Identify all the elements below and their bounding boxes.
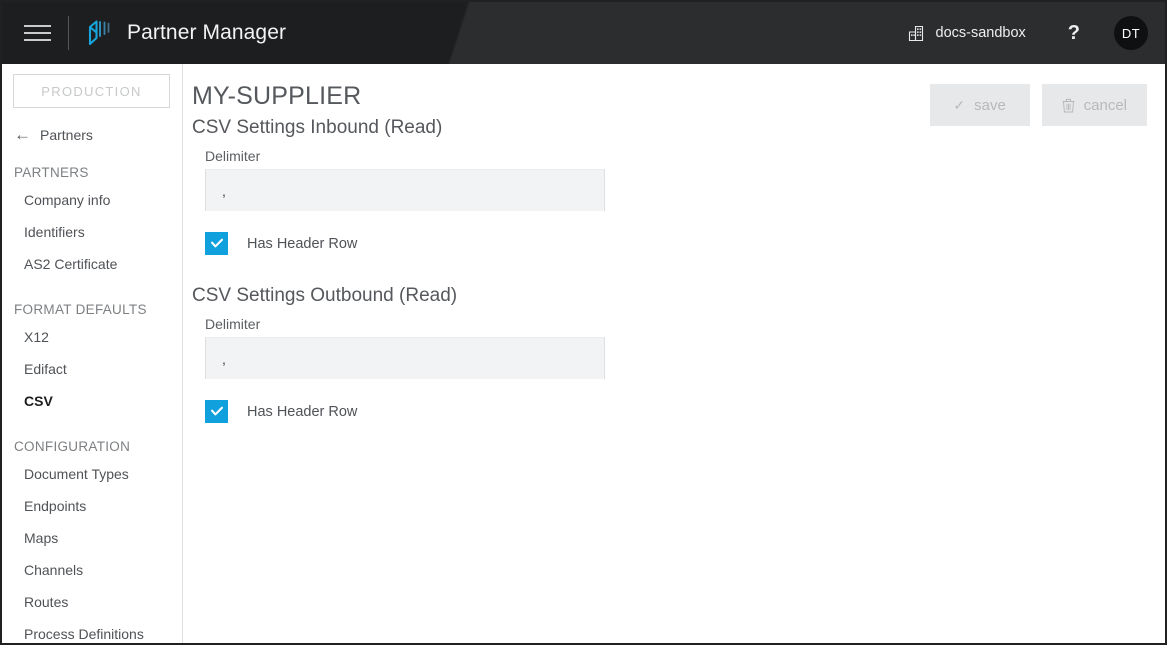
header-right-cluster: docs-sandbox ? DT <box>908 16 1166 50</box>
app-window: Partner Manager docs-sandbox ? DT PRODUC… <box>0 0 1167 645</box>
checkmark-icon <box>210 406 223 416</box>
nav-group-title-configuration: CONFIGURATION <box>14 439 131 454</box>
has-header-row-label-outbound: Has Header Row <box>247 403 358 420</box>
has-header-row-inbound[interactable]: Has Header Row <box>183 232 1165 255</box>
app-header: Partner Manager docs-sandbox ? DT <box>2 2 1165 64</box>
delimiter-field-inbound: Delimiter <box>183 148 1165 211</box>
has-header-row-outbound[interactable]: Has Header Row <box>183 400 1165 423</box>
action-buttons: ✓ save cancel <box>929 84 1147 126</box>
brand-logo-icon[interactable] <box>87 19 113 47</box>
sidebar-item-edifact[interactable]: Edifact <box>2 353 182 385</box>
environment-badge[interactable]: PRODUCTION <box>13 74 170 108</box>
sidebar-item-channels[interactable]: Channels <box>2 554 182 586</box>
nav-group-title-partners: PARTNERS <box>14 165 89 180</box>
header-divider <box>68 16 69 50</box>
save-button[interactable]: ✓ save <box>929 84 1030 126</box>
main-content: ✓ save cancel MY-SUPPLIER CSV Settings I… <box>183 64 1165 643</box>
delimiter-field-outbound: Delimiter <box>183 316 1165 379</box>
back-label: Partners <box>40 126 93 143</box>
nav-group-title-format-defaults: FORMAT DEFAULTS <box>14 302 147 317</box>
help-icon[interactable]: ? <box>1068 23 1080 43</box>
sidebar-item-company-info[interactable]: Company info <box>2 184 182 216</box>
arrow-left-icon: ← <box>14 125 31 144</box>
cancel-button[interactable]: cancel <box>1041 84 1147 126</box>
sidebar-item-csv[interactable]: CSV <box>2 385 182 417</box>
hamburger-line <box>23 39 51 41</box>
delimiter-input-outbound[interactable] <box>205 337 605 379</box>
app-title: Partner Manager <box>127 21 287 44</box>
checkmark-icon <box>210 238 223 248</box>
sidebar: PRODUCTION ← Partners PARTNERS Company i… <box>2 64 183 643</box>
sidebar-item-document-types[interactable]: Document Types <box>2 458 182 490</box>
hamburger-menu-icon[interactable] <box>20 16 54 50</box>
trash-icon <box>1062 98 1075 113</box>
hamburger-line <box>23 25 51 27</box>
has-header-row-label-inbound: Has Header Row <box>247 235 358 252</box>
sidebar-item-x12[interactable]: X12 <box>2 321 182 353</box>
building-icon <box>908 25 923 41</box>
avatar[interactable]: DT <box>1114 16 1148 50</box>
hamburger-line <box>23 32 51 34</box>
back-to-partners-link[interactable]: ← Partners <box>2 108 182 143</box>
sidebar-item-maps[interactable]: Maps <box>2 522 182 554</box>
sidebar-item-routes[interactable]: Routes <box>2 586 182 618</box>
has-header-row-checkbox-inbound[interactable] <box>205 232 228 255</box>
delimiter-label-outbound: Delimiter <box>205 316 261 332</box>
save-button-label: save <box>974 96 1006 114</box>
tenant-selector[interactable]: docs-sandbox <box>908 25 1026 42</box>
section-title-outbound: CSV Settings Outbound (Read) <box>192 285 458 306</box>
header-left-cluster: Partner Manager <box>2 16 286 50</box>
sidebar-item-endpoints[interactable]: Endpoints <box>2 490 182 522</box>
sidebar-item-identifiers[interactable]: Identifiers <box>2 216 182 248</box>
checkmark-icon: ✓ <box>953 97 966 113</box>
app-body: PRODUCTION ← Partners PARTNERS Company i… <box>2 64 1165 643</box>
has-header-row-checkbox-outbound[interactable] <box>205 400 228 423</box>
tenant-name: docs-sandbox <box>935 25 1026 41</box>
sidebar-item-as2-certificate[interactable]: AS2 Certificate <box>2 248 182 280</box>
delimiter-input-inbound[interactable] <box>205 169 605 211</box>
delimiter-label-inbound: Delimiter <box>205 148 261 164</box>
sidebar-item-process-definitions[interactable]: Process Definitions <box>2 618 182 643</box>
cancel-button-label: cancel <box>1083 96 1127 114</box>
